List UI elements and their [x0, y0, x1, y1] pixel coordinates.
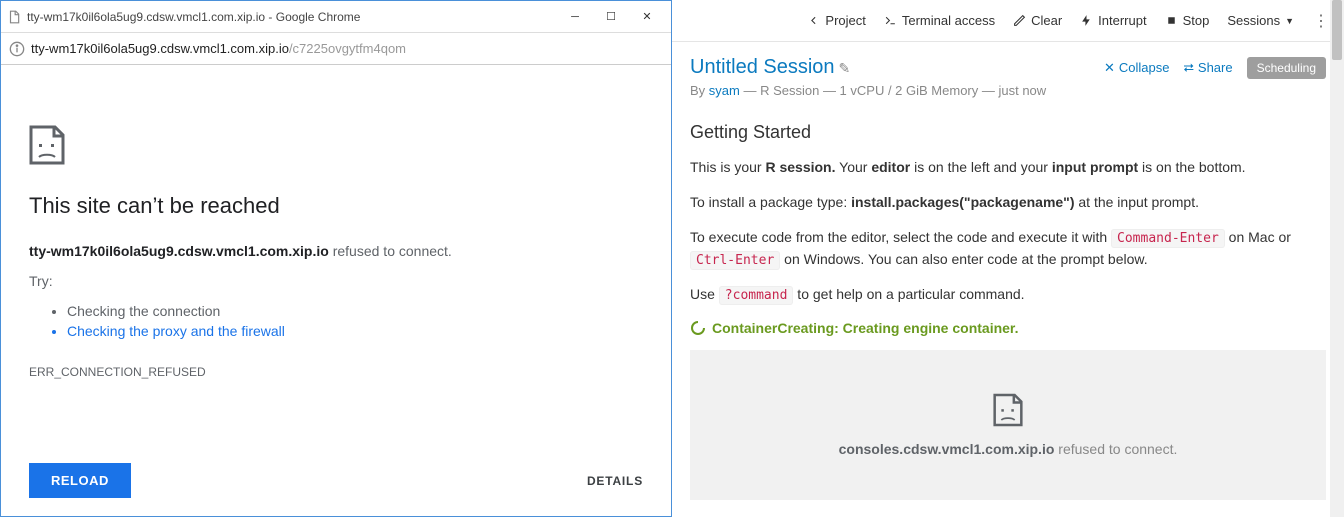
- minimize-button[interactable]: ─: [557, 3, 593, 31]
- stop-button[interactable]: Stop: [1165, 13, 1210, 28]
- clear-button[interactable]: Clear: [1013, 13, 1062, 28]
- scheduling-button[interactable]: Scheduling: [1247, 57, 1326, 79]
- gs-p2: To install a package type: install.packa…: [690, 192, 1326, 213]
- session-title[interactable]: Untitled Session✎: [690, 56, 850, 79]
- close-button[interactable]: ✕: [629, 3, 665, 31]
- url-text: tty-wm17k0il6ola5ug9.cdsw.vmcl1.com.xip.…: [31, 41, 406, 56]
- spinner-icon: [690, 320, 706, 336]
- error-heading: This site can’t be reached: [29, 193, 643, 219]
- session-subtitle: By syam — R Session — 1 vCPU / 2 GiB Mem…: [690, 83, 1326, 98]
- interrupt-button[interactable]: Interrupt: [1080, 13, 1146, 28]
- sad-document-icon: [993, 393, 1023, 427]
- document-icon: [7, 10, 21, 24]
- session-toolbar: Project Terminal access Clear Interrupt …: [672, 0, 1344, 42]
- error-host-line: tty-wm17k0il6ola5ug9.cdsw.vmcl1.com.xip.…: [29, 243, 643, 259]
- tip-proxy-link[interactable]: Checking the proxy and the firewall: [67, 323, 643, 339]
- chrome-window: tty-wm17k0il6ola5ug9.cdsw.vmcl1.com.xip.…: [0, 0, 672, 517]
- window-title: tty-wm17k0il6ola5ug9.cdsw.vmcl1.com.xip.…: [27, 10, 557, 24]
- user-link[interactable]: syam: [709, 83, 740, 98]
- container-status: ContainerCreating: Creating engine conta…: [690, 320, 1326, 336]
- console-error-text: consoles.cdsw.vmcl1.com.xip.io refused t…: [839, 441, 1178, 457]
- console-error-pane: consoles.cdsw.vmcl1.com.xip.io refused t…: [690, 350, 1326, 500]
- title-bar: tty-wm17k0il6ola5ug9.cdsw.vmcl1.com.xip.…: [1, 1, 671, 33]
- more-menu-icon[interactable]: ⋮: [1312, 11, 1330, 31]
- getting-started-heading: Getting Started: [690, 122, 1326, 143]
- tip-connection: Checking the connection: [67, 303, 643, 319]
- session-header: Untitled Session✎ ✕ Collapse ⮂ Share Sch…: [672, 42, 1344, 104]
- sad-document-icon: [29, 125, 65, 165]
- gs-p4: Use ?command to get help on a particular…: [690, 284, 1326, 306]
- address-bar[interactable]: tty-wm17k0il6ola5ug9.cdsw.vmcl1.com.xip.…: [1, 33, 671, 65]
- share-button[interactable]: ⮂ Share: [1184, 60, 1233, 76]
- terminal-button[interactable]: Terminal access: [884, 13, 995, 28]
- edit-icon[interactable]: ✎: [839, 60, 851, 76]
- info-icon: [9, 41, 25, 57]
- error-page: This site can’t be reached tty-wm17k0il6…: [1, 65, 671, 516]
- gs-p3: To execute code from the editor, select …: [690, 227, 1326, 270]
- scrollbar-thumb[interactable]: [1332, 0, 1342, 60]
- try-label: Try:: [29, 273, 643, 289]
- session-content: Getting Started This is your R session. …: [672, 104, 1344, 336]
- session-panel: Project Terminal access Clear Interrupt …: [672, 0, 1344, 517]
- scrollbar[interactable]: [1330, 0, 1344, 517]
- gs-p1: This is your R session. Your editor is o…: [690, 157, 1326, 178]
- error-code: ERR_CONNECTION_REFUSED: [29, 365, 643, 379]
- details-button[interactable]: DETAILS: [587, 474, 643, 488]
- collapse-button[interactable]: ✕ Collapse: [1104, 60, 1170, 76]
- sessions-dropdown[interactable]: Sessions▼: [1227, 13, 1294, 28]
- project-button[interactable]: Project: [807, 13, 865, 28]
- maximize-button[interactable]: ☐: [593, 3, 629, 31]
- reload-button[interactable]: RELOAD: [29, 463, 131, 498]
